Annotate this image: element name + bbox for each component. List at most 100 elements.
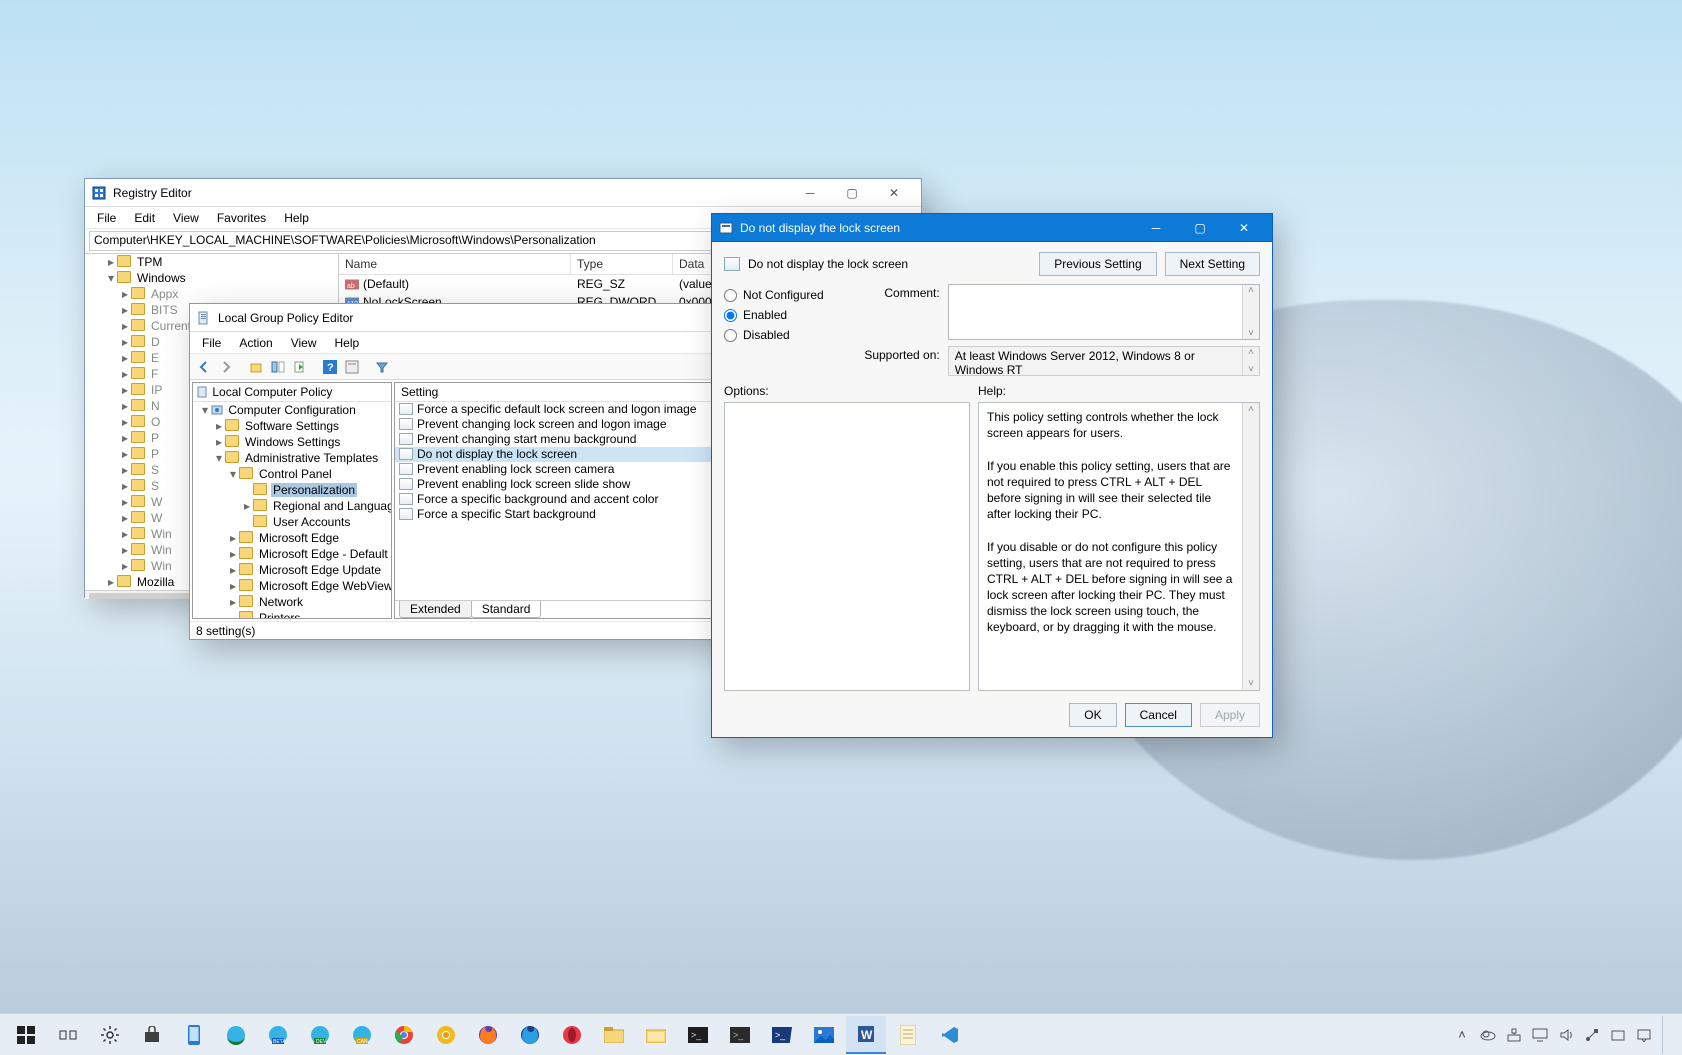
- maximize-button[interactable]: ▢: [831, 180, 873, 206]
- collapse-icon[interactable]: ▾: [199, 402, 211, 418]
- system-tray[interactable]: ˄: [1448, 1016, 1676, 1054]
- expand-icon[interactable]: ▸: [119, 478, 131, 494]
- comment-textarea[interactable]: ˄˅: [948, 284, 1260, 340]
- tree-item[interactable]: W: [149, 511, 164, 525]
- expand-icon[interactable]: ▸: [119, 334, 131, 350]
- expand-icon[interactable]: ▸: [241, 498, 253, 514]
- ok-button[interactable]: OK: [1069, 703, 1116, 727]
- col-type[interactable]: Type: [571, 254, 673, 274]
- tree-item[interactable]: Microsoft Edge: [257, 531, 341, 545]
- tree-item[interactable]: S: [149, 479, 161, 493]
- menu-view[interactable]: View: [165, 209, 207, 227]
- show-desktop-button[interactable]: [1662, 1016, 1670, 1054]
- tree-item[interactable]: BITS: [149, 303, 180, 317]
- show-hide-button[interactable]: [268, 357, 288, 377]
- expand-icon[interactable]: ▸: [227, 578, 239, 594]
- menu-view[interactable]: View: [283, 334, 325, 352]
- menu-help[interactable]: Help: [327, 334, 368, 352]
- expand-icon[interactable]: ▸: [227, 546, 239, 562]
- expand-icon[interactable]: ▸: [119, 494, 131, 510]
- expand-icon[interactable]: ▸: [105, 254, 117, 270]
- collapse-icon[interactable]: ▾: [213, 450, 225, 466]
- firefox-taskbar-icon[interactable]: [468, 1016, 508, 1054]
- expand-icon[interactable]: ▸: [119, 286, 131, 302]
- vertical-scrollbar[interactable]: ˄˅: [1242, 347, 1259, 375]
- radio-enabled[interactable]: Enabled: [724, 308, 824, 322]
- next-setting-button[interactable]: Next Setting: [1165, 252, 1260, 276]
- tree-item-windows[interactable]: Windows: [135, 271, 188, 285]
- close-button[interactable]: ✕: [873, 180, 915, 206]
- policy-titlebar[interactable]: Do not display the lock screen ─ ▢ ✕: [712, 214, 1272, 242]
- gpedit-tree[interactable]: Local Computer Policy ▾ Computer Configu…: [192, 382, 392, 619]
- tree-item[interactable]: Windows Settings: [243, 435, 342, 449]
- terminal-taskbar-icon[interactable]: >_: [678, 1016, 718, 1054]
- tree-item[interactable]: N: [149, 399, 162, 413]
- menu-file[interactable]: File: [89, 209, 124, 227]
- menu-help[interactable]: Help: [276, 209, 317, 227]
- tree-item[interactable]: Administrative Templates: [243, 451, 380, 465]
- tree-item[interactable]: Microsoft Edge - Default Se: [257, 547, 392, 561]
- expand-icon[interactable]: ▸: [119, 558, 131, 574]
- tree-item[interactable]: Microsoft Edge WebView2: [257, 579, 392, 593]
- back-button[interactable]: [194, 357, 214, 377]
- tree-item[interactable]: Appx: [149, 287, 180, 301]
- edge-taskbar-icon[interactable]: [216, 1016, 256, 1054]
- terminal-preview-taskbar-icon[interactable]: >_: [720, 1016, 760, 1054]
- tree-item[interactable]: D: [149, 335, 162, 349]
- opera-taskbar-icon[interactable]: [552, 1016, 592, 1054]
- tree-item[interactable]: E: [149, 351, 161, 365]
- maximize-button[interactable]: ▢: [1178, 214, 1222, 242]
- edge-dev-taskbar-icon[interactable]: DEV: [300, 1016, 340, 1054]
- tree-item[interactable]: User Accounts: [271, 515, 352, 529]
- export-button[interactable]: [290, 357, 310, 377]
- tree-item[interactable]: Win: [149, 559, 174, 573]
- minimize-button[interactable]: ─: [1134, 214, 1178, 242]
- action-center-icon[interactable]: [1636, 1027, 1652, 1043]
- expand-icon[interactable]: ▸: [227, 594, 239, 610]
- tree-item[interactable]: W: [149, 495, 164, 509]
- notepad-taskbar-icon[interactable]: [888, 1016, 928, 1054]
- firefox-dev-taskbar-icon[interactable]: [510, 1016, 550, 1054]
- menu-file[interactable]: File: [194, 334, 229, 352]
- tree-item[interactable]: IP: [149, 383, 164, 397]
- tree-item[interactable]: Control Panel: [257, 467, 334, 481]
- onedrive-icon[interactable]: [1480, 1027, 1496, 1043]
- tree-item[interactable]: Printers: [257, 611, 302, 619]
- usb-icon[interactable]: [1584, 1027, 1600, 1043]
- chrome-taskbar-icon[interactable]: [384, 1016, 424, 1054]
- display-icon[interactable]: [1532, 1027, 1548, 1043]
- photos-taskbar-icon[interactable]: [804, 1016, 844, 1054]
- tree-item[interactable]: Win: [149, 543, 174, 557]
- your-phone-taskbar-icon[interactable]: [174, 1016, 214, 1054]
- menu-action[interactable]: Action: [231, 334, 280, 352]
- tree-item[interactable]: Network: [257, 595, 305, 609]
- files-app-taskbar-icon[interactable]: [636, 1016, 676, 1054]
- policy-dialog[interactable]: Do not display the lock screen ─ ▢ ✕ Do …: [711, 213, 1273, 738]
- radio-not-configured[interactable]: Not Configured: [724, 288, 824, 302]
- expand-icon[interactable]: ▸: [213, 418, 225, 434]
- col-name[interactable]: Name: [339, 254, 571, 274]
- help-button[interactable]: ?: [320, 357, 340, 377]
- settings-taskbar-icon[interactable]: [90, 1016, 130, 1054]
- help-box[interactable]: This policy setting controls whether the…: [978, 402, 1260, 691]
- expand-icon[interactable]: ▸: [105, 574, 117, 590]
- menu-favorites[interactable]: Favorites: [209, 209, 274, 227]
- close-button[interactable]: ✕: [1222, 214, 1266, 242]
- tree-item-personalization[interactable]: Personalization: [271, 483, 357, 497]
- tree-item[interactable]: O: [149, 415, 162, 429]
- language-icon[interactable]: [1610, 1027, 1626, 1043]
- filter-button[interactable]: [372, 357, 392, 377]
- expand-icon[interactable]: ▸: [227, 562, 239, 578]
- expand-icon[interactable]: ▸: [227, 530, 239, 546]
- taskbar[interactable]: BETA DEV CAN >_ >_ >_ W ˄: [0, 1013, 1682, 1055]
- edge-beta-taskbar-icon[interactable]: BETA: [258, 1016, 298, 1054]
- start-button[interactable]: [6, 1016, 46, 1054]
- expand-icon[interactable]: ▸: [119, 382, 131, 398]
- tree-item[interactable]: Microsoft Edge Update: [257, 563, 383, 577]
- vertical-scrollbar[interactable]: ˄˅: [1242, 403, 1259, 690]
- minimize-button[interactable]: ─: [789, 180, 831, 206]
- tree-item[interactable]: Regional and Language: [271, 499, 392, 513]
- tree-item[interactable]: Win: [149, 527, 174, 541]
- registry-titlebar[interactable]: Registry Editor ─ ▢ ✕: [85, 179, 921, 207]
- tab-extended[interactable]: Extended: [399, 601, 472, 618]
